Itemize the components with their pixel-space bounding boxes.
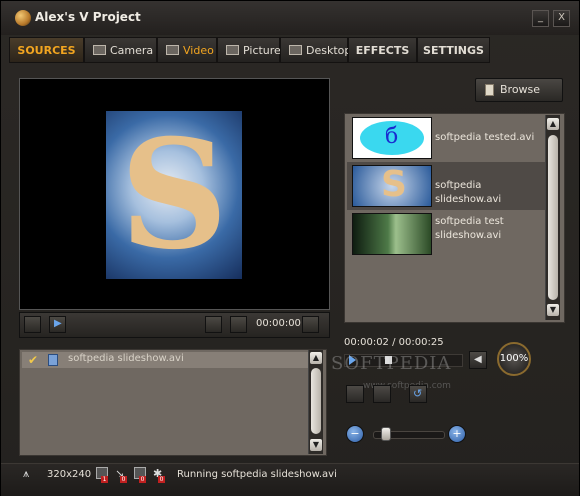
video-preview: S xyxy=(19,78,330,310)
play-icon[interactable]: ▶ xyxy=(49,316,66,333)
file-thumbnail xyxy=(352,213,432,255)
clipboard-icon[interactable] xyxy=(302,316,319,333)
camera-icon xyxy=(93,45,106,55)
tab-sources[interactable]: SOURCES xyxy=(9,37,84,63)
status-resolution: 320x240 xyxy=(47,469,92,480)
browse-button[interactable]: Browse xyxy=(475,78,563,102)
status-count: 0 xyxy=(158,476,165,483)
desktop-icon xyxy=(289,45,302,55)
preview-toolbar: ▶ 00:00:00 xyxy=(19,312,330,338)
minimize-button[interactable]: _ xyxy=(532,10,549,27)
list-item[interactable]: ✔ softpedia slideshow.avi xyxy=(22,352,308,368)
tab-camera-label: Camera xyxy=(110,44,154,57)
tab-video-label: Video xyxy=(183,44,214,57)
tab-effects[interactable]: EFFECTS xyxy=(348,37,417,63)
browse-label: Browse xyxy=(500,83,541,96)
watermark: SOFTPEDIA xyxy=(331,353,452,374)
list-item[interactable]: softpedia test slideshow.avi xyxy=(347,210,545,258)
video-file-icon xyxy=(48,354,58,366)
scroll-down-icon[interactable]: ▼ xyxy=(310,439,322,451)
speaker-icon[interactable]: ◀ xyxy=(469,351,487,369)
picture-icon xyxy=(226,45,239,55)
list-item[interactable]: б softpedia tested.avi xyxy=(347,114,545,162)
filmstrip-icon[interactable] xyxy=(346,385,364,403)
playlist-item-name: softpedia slideshow.avi xyxy=(68,353,184,364)
status-message: Running softpedia slideshow.avi xyxy=(177,469,337,480)
tab-desktop-label: Desktop xyxy=(306,44,352,57)
scroll-down-icon[interactable]: ▼ xyxy=(547,304,559,316)
volume-knob[interactable]: 100% xyxy=(497,342,531,376)
tab-video[interactable]: Video xyxy=(157,37,217,63)
tab-camera[interactable]: Camera xyxy=(84,37,157,63)
status-count: 0 xyxy=(139,476,146,483)
record-icon[interactable] xyxy=(205,316,222,333)
tab-bar: SOURCES Camera Video Picture Desktop EFF… xyxy=(9,37,571,63)
zoom-slider-knob[interactable] xyxy=(381,427,391,441)
list-item[interactable]: S softpedia slideshow.avi xyxy=(347,162,545,210)
title-bar: Alex's V Project _ X xyxy=(1,1,579,35)
tab-settings[interactable]: SETTINGS xyxy=(417,37,490,63)
scroll-thumb[interactable] xyxy=(548,135,558,300)
app-logo-icon xyxy=(15,10,31,26)
signal-icon: ⩚ xyxy=(23,467,30,480)
file-name: softpedia tested.avi xyxy=(435,132,535,143)
tab-picture-label: Picture xyxy=(243,44,281,57)
scroll-up-icon[interactable]: ▲ xyxy=(310,352,322,364)
window-title: Alex's V Project xyxy=(35,10,141,24)
status-count: 1 xyxy=(101,476,108,483)
scroll-thumb[interactable] xyxy=(311,368,321,434)
loop-icon[interactable]: ↺ xyxy=(409,385,427,403)
checkmark-icon[interactable]: ✔ xyxy=(28,353,38,367)
file-list: б softpedia tested.avi S softpedia slide… xyxy=(344,113,565,323)
status-count: 0 xyxy=(120,476,127,483)
preview-time: 00:00:00 xyxy=(256,318,301,329)
playlist: ✔ softpedia slideshow.avi xyxy=(19,349,327,456)
file-list-scrollbar[interactable]: ▲ ▼ xyxy=(545,115,560,320)
zoom-out-icon[interactable]: − xyxy=(346,425,364,443)
softpedia-logo-graphic: S xyxy=(119,107,229,283)
folder-icon xyxy=(485,84,494,96)
tab-picture[interactable]: Picture xyxy=(217,37,281,63)
file-name: softpedia test slideshow.avi xyxy=(435,216,504,241)
grid-icon[interactable] xyxy=(24,316,41,333)
playback-time: 00:00:02 / 00:00:25 xyxy=(344,337,444,348)
preview-frame-image: S xyxy=(106,111,242,279)
save-icon[interactable] xyxy=(373,385,391,403)
close-button[interactable]: X xyxy=(553,10,570,27)
scroll-up-icon[interactable]: ▲ xyxy=(547,118,559,130)
tab-desktop[interactable]: Desktop xyxy=(280,37,352,63)
broadcast-icon[interactable] xyxy=(230,316,247,333)
file-name: softpedia slideshow.avi xyxy=(435,180,502,205)
film-icon xyxy=(166,45,179,55)
file-thumbnail: S xyxy=(352,164,432,207)
zoom-in-icon[interactable]: + xyxy=(448,425,466,443)
file-thumbnail: б xyxy=(352,117,432,159)
playlist-scrollbar[interactable]: ▲ ▼ xyxy=(308,350,323,454)
app-window: Alex's V Project _ X SOURCES Camera Vide… xyxy=(0,0,580,496)
